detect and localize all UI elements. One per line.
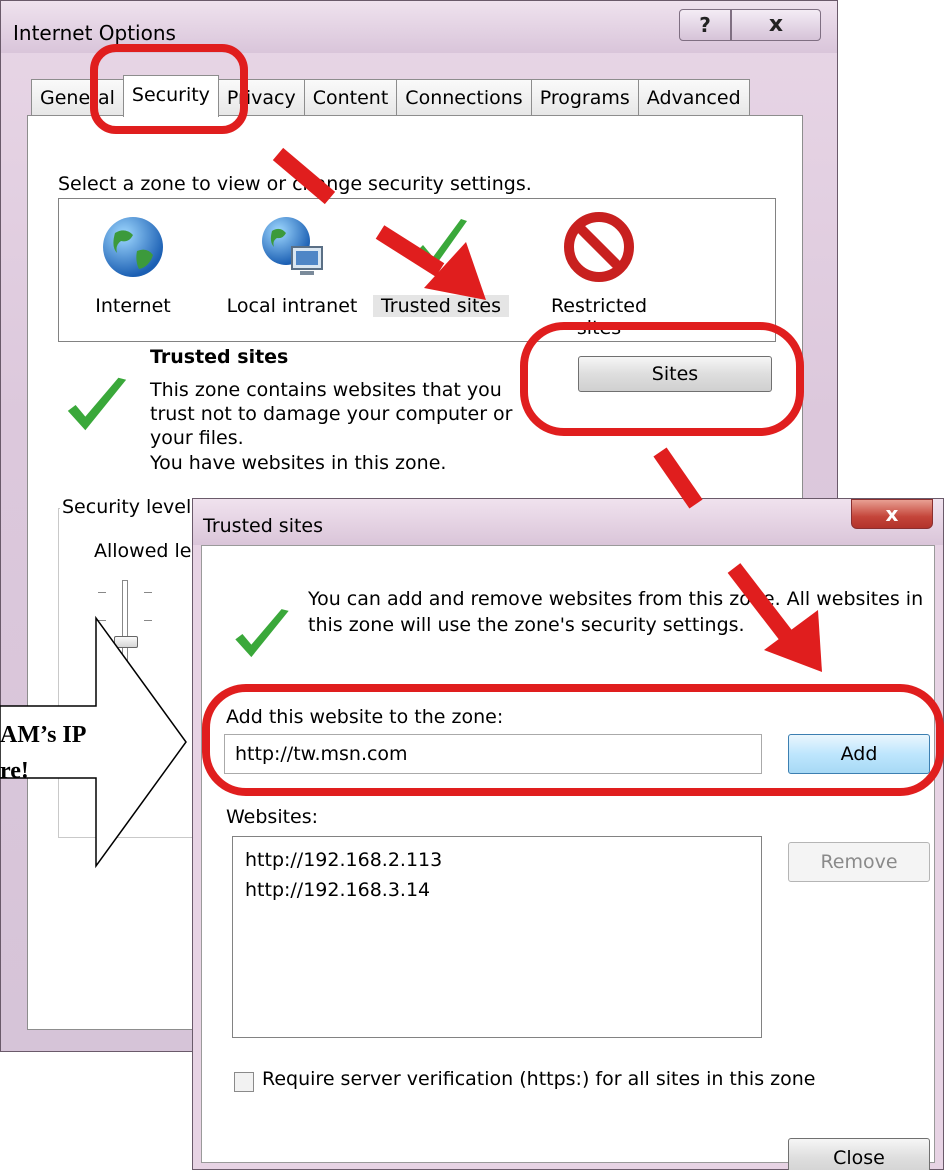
zone-label: Local intranet: [226, 295, 358, 317]
zone-local-intranet[interactable]: Local intranet: [207, 211, 377, 317]
require-https-label: Require server verification (https:) for…: [262, 1068, 816, 1090]
dialog-close-button[interactable]: x: [851, 499, 933, 529]
zone-description: This zone contains websites that you tru…: [150, 379, 513, 449]
website-url-input[interactable]: http://tw.msn.com: [224, 734, 762, 774]
checkmark-icon: [235, 609, 289, 658]
add-website-label: Add this website to the zone:: [226, 706, 504, 728]
slider-tick: [98, 620, 106, 621]
tab-strip: General Security Privacy Content Connect…: [31, 75, 750, 117]
globe-icon: [103, 217, 163, 277]
dialog-title-bar[interactable]: Trusted sites x: [193, 499, 943, 545]
websites-label: Websites:: [226, 806, 319, 828]
zone-label: Trusted sites: [373, 295, 509, 317]
close-dialog-button[interactable]: Close: [788, 1138, 930, 1170]
require-https-checkbox[interactable]: [234, 1072, 254, 1092]
add-button[interactable]: Add: [788, 734, 930, 774]
security-slider-thumb[interactable]: [114, 636, 138, 648]
zone-prompt: Select a zone to view or change security…: [58, 173, 532, 195]
tab-programs[interactable]: Programs: [530, 79, 639, 117]
title-bar[interactable]: Internet Options ? x: [1, 1, 837, 53]
sites-button[interactable]: Sites: [578, 356, 772, 392]
tab-general[interactable]: General: [31, 79, 124, 117]
tab-content[interactable]: Content: [303, 79, 398, 117]
tab-security[interactable]: Security: [122, 75, 219, 117]
slider-tick: [144, 620, 152, 621]
list-item[interactable]: http://192.168.2.113: [245, 845, 749, 875]
websites-list[interactable]: http://192.168.2.113 http://192.168.3.14: [232, 836, 762, 1038]
dialog-panel: You can add and remove websites from thi…: [201, 545, 935, 1170]
zone-internet[interactable]: Internet: [63, 211, 203, 317]
slider-tick: [144, 592, 152, 593]
zone-label: Restricted sites: [550, 295, 648, 339]
security-slider-track[interactable]: [122, 580, 128, 790]
zone-restricted-sites[interactable]: Restricted sites: [529, 211, 669, 339]
remove-button[interactable]: Remove: [788, 842, 930, 882]
zone-list: Internet Local intranet Trusted sites Re…: [58, 198, 776, 342]
checkmark-icon: [417, 219, 467, 269]
slider-tick: [98, 592, 106, 593]
dialog-title: Trusted sites: [203, 515, 324, 537]
checkmark-icon: [67, 377, 127, 431]
zone-note: You have websites in this zone.: [150, 452, 447, 474]
intranet-globe-icon: [262, 217, 323, 275]
tab-connections[interactable]: Connections: [396, 79, 532, 117]
zone-title: Trusted sites: [150, 346, 289, 368]
prohibited-icon: [564, 212, 634, 282]
callout-line-2: re!: [0, 758, 29, 784]
close-button[interactable]: x: [731, 9, 821, 41]
trusted-sites-dialog: Trusted sites x You can add and remove w…: [192, 498, 944, 1170]
tab-advanced[interactable]: Advanced: [637, 79, 750, 117]
zone-trusted-sites[interactable]: Trusted sites: [373, 211, 509, 317]
callout-line-1: AM’s IP: [0, 722, 87, 748]
window-title: Internet Options: [13, 21, 176, 45]
slider-tick: [98, 648, 106, 649]
list-item[interactable]: http://192.168.3.14: [245, 875, 749, 905]
zone-label: Internet: [95, 295, 171, 317]
help-button[interactable]: ?: [679, 9, 731, 41]
dialog-info-text: You can add and remove websites from thi…: [308, 588, 924, 636]
tab-privacy[interactable]: Privacy: [217, 79, 305, 117]
